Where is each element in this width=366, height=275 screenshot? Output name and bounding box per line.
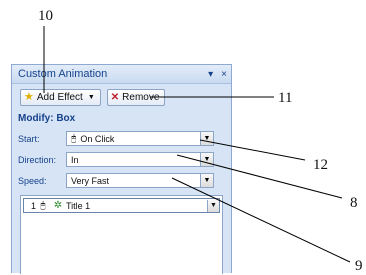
direction-row: Direction: In ▼ <box>12 151 231 168</box>
pane-title: Custom Animation <box>18 68 108 80</box>
close-icon[interactable]: × <box>221 69 227 80</box>
start-value: On Click <box>80 133 115 144</box>
chevron-down-icon[interactable]: ▼ <box>200 153 213 166</box>
item-order: 1 <box>30 200 36 211</box>
callout-10: 10 <box>38 8 53 24</box>
chevron-down-icon[interactable]: ▼ <box>200 174 213 187</box>
speed-value: Very Fast <box>71 175 110 186</box>
mouse-click-icon: 🖰 <box>40 200 46 210</box>
callout-11: 11 <box>278 90 293 106</box>
speed-label: Speed: <box>18 175 47 186</box>
pane-menu-icon[interactable]: ▾ <box>208 69 213 80</box>
modify-title: Modify: Box <box>18 113 76 124</box>
chevron-down-icon[interactable]: ▼ <box>207 199 219 212</box>
direction-value: In <box>71 154 79 165</box>
add-effect-button[interactable]: ★ Add Effect ▼ <box>20 89 101 106</box>
list-item[interactable]: 1 🖰 ✲ Title 1 ▼ <box>23 198 220 213</box>
start-row: Start: 🖰 On Click ▼ <box>12 130 231 147</box>
chevron-down-icon: ▼ <box>87 94 95 101</box>
callout-9: 9 <box>355 258 363 274</box>
add-effect-label: Add Effect <box>36 92 83 103</box>
animation-list[interactable]: 1 🖰 ✲ Title 1 ▼ <box>20 195 223 274</box>
custom-animation-pane: Custom Animation ▾ × ★ Add Effect ▼ ✕ Re… <box>11 64 232 274</box>
direction-dropdown[interactable]: In ▼ <box>66 152 214 167</box>
chevron-down-icon[interactable]: ▼ <box>200 132 213 145</box>
callout-12: 12 <box>313 157 328 173</box>
start-dropdown[interactable]: 🖰 On Click ▼ <box>66 131 214 146</box>
speed-dropdown[interactable]: Very Fast ▼ <box>66 173 214 188</box>
direction-label: Direction: <box>18 154 57 165</box>
remove-x-icon: ✕ <box>110 91 120 103</box>
start-label: Start: <box>18 133 40 144</box>
remove-label: Remove <box>122 92 160 103</box>
green-effect-star-icon: ✲ <box>53 200 63 211</box>
mouse-click-icon: 🖰 <box>71 133 77 143</box>
remove-button[interactable]: ✕ Remove <box>106 89 166 106</box>
pane-header: Custom Animation ▾ × <box>12 65 231 84</box>
item-name: Title 1 <box>66 200 91 211</box>
star-icon: ★ <box>24 91 34 103</box>
callout-8: 8 <box>350 195 358 211</box>
speed-row: Speed: Very Fast ▼ <box>12 172 231 189</box>
